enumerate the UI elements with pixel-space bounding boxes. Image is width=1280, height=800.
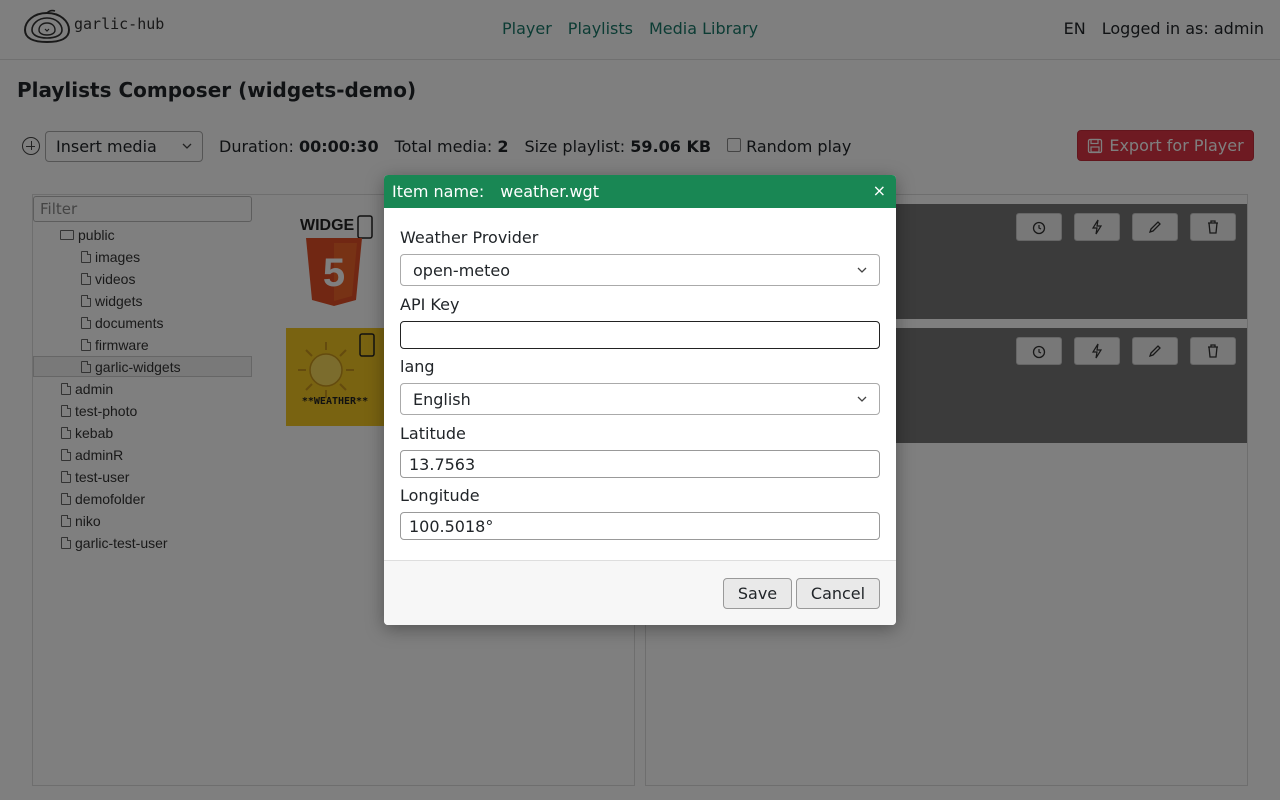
latitude-value: 13.7563 xyxy=(409,454,476,474)
api-key-input[interactable] xyxy=(400,321,880,349)
save-button[interactable]: Save xyxy=(723,578,792,609)
cancel-button[interactable]: Cancel xyxy=(796,578,880,609)
item-name-value: weather.wgt xyxy=(500,182,599,201)
weather-provider-value: open-meteo xyxy=(413,260,511,280)
longitude-value: 100.5018° xyxy=(409,516,494,536)
weather-provider-label: Weather Provider xyxy=(400,228,539,247)
longitude-input[interactable]: 100.5018° xyxy=(400,512,880,540)
api-key-label: API Key xyxy=(400,295,460,314)
longitude-label: Longitude xyxy=(400,486,480,505)
lang-label: lang xyxy=(400,357,435,376)
lang-value: English xyxy=(413,389,471,409)
latitude-label: Latitude xyxy=(400,424,466,443)
latitude-input[interactable]: 13.7563 xyxy=(400,450,880,478)
dialog-footer: Save Cancel xyxy=(384,560,896,625)
close-icon[interactable]: × xyxy=(873,182,886,200)
dialog-header: Item name: weather.wgt × xyxy=(384,175,896,208)
edit-item-dialog: Item name: weather.wgt × Weather Provide… xyxy=(384,175,896,625)
item-name-label: Item name: xyxy=(392,182,485,201)
chevron-down-icon xyxy=(857,267,867,273)
weather-provider-select[interactable]: open-meteo xyxy=(400,254,880,286)
lang-select[interactable]: English xyxy=(400,383,880,415)
chevron-down-icon xyxy=(857,396,867,402)
